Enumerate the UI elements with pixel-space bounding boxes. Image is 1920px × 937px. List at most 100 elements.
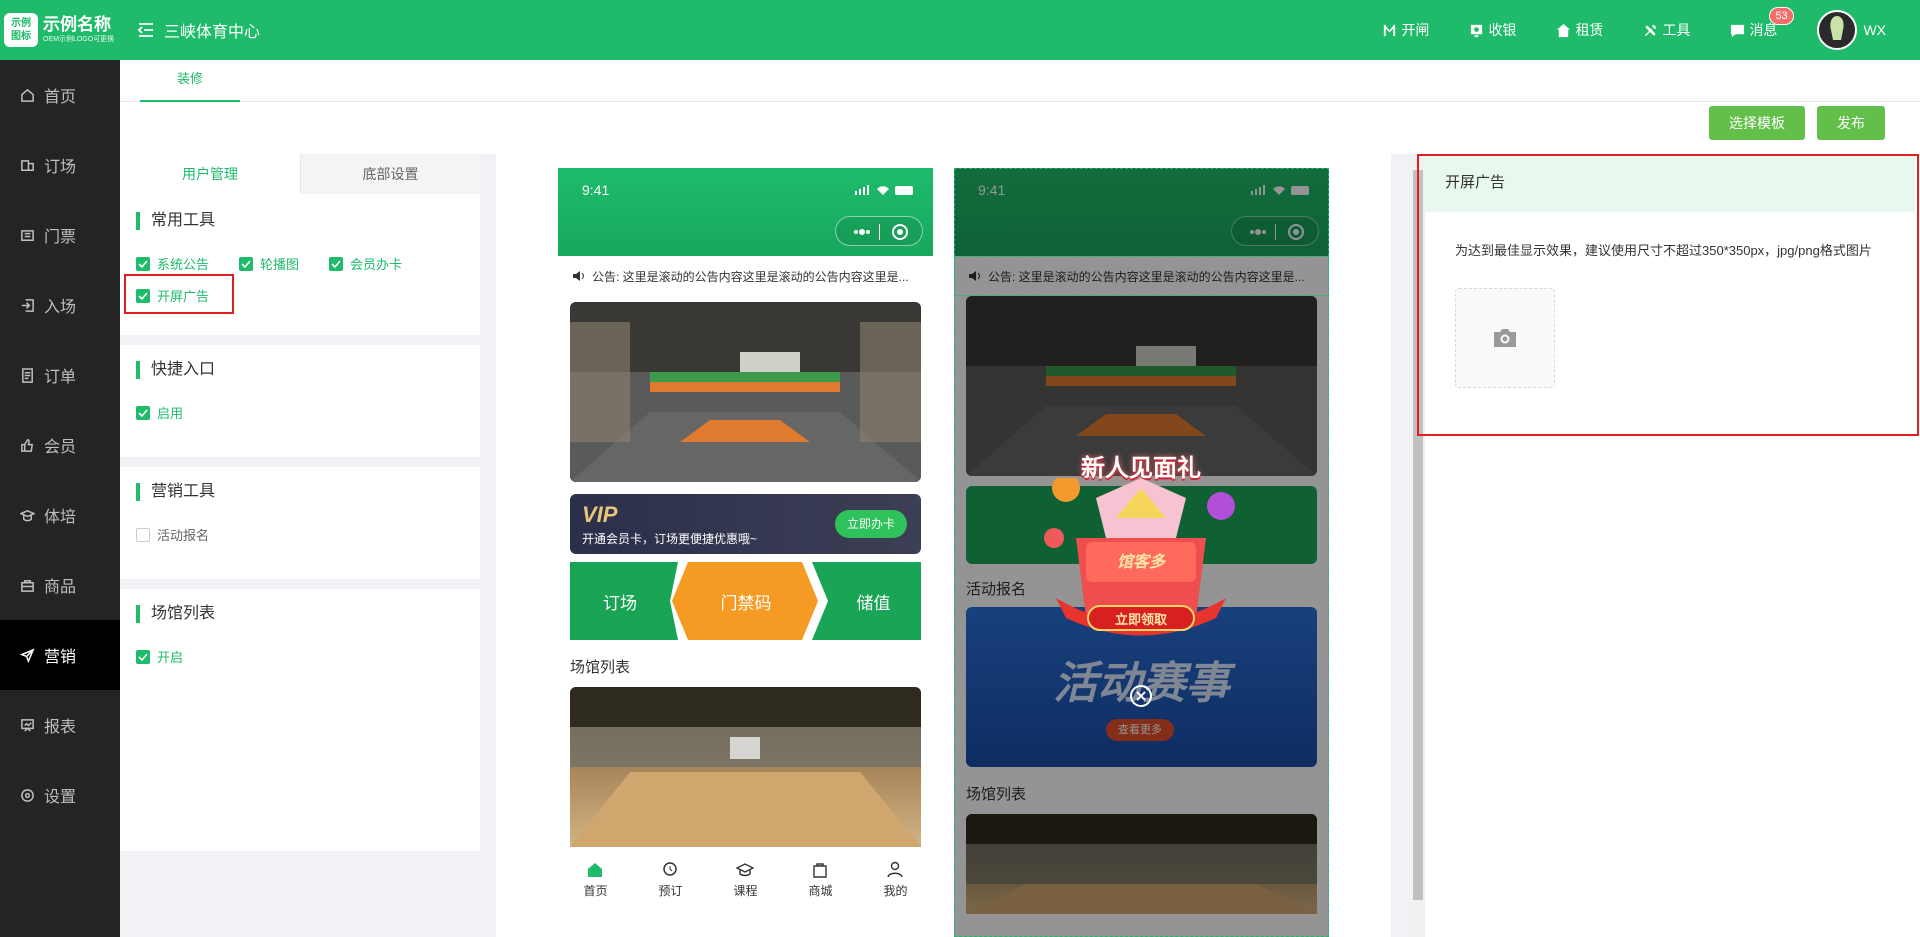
home-icon [21, 88, 34, 102]
preview-canvas: 9:41 公告: 这里是滚动的公告内容这里是滚动的公告内容这里是... VIP … [496, 154, 1391, 937]
user-icon [887, 861, 904, 878]
message-button[interactable]: 消息 53 [1730, 7, 1794, 40]
venue-image [570, 687, 921, 847]
checkbox-enable-venue-list[interactable]: 开启 [136, 647, 434, 666]
tab-bottom-settings[interactable]: 底部设置 [300, 154, 480, 194]
user-name[interactable]: WX [1863, 22, 1886, 38]
checkbox-member-card[interactable]: 会员办卡 [329, 254, 402, 273]
gate-button[interactable]: 开闸 [1382, 20, 1429, 40]
tabbar-home[interactable]: 首页 [583, 861, 608, 899]
entry-access-code[interactable]: 门禁码 [690, 562, 802, 640]
sidebar-item-settings[interactable]: 设置 [0, 760, 120, 830]
select-template-button[interactable]: 选择模板 [1709, 106, 1805, 140]
checkbox-carousel[interactable]: 轮播图 [239, 254, 299, 273]
user-avatar-icon [1830, 16, 1845, 40]
sidebar: 首页 订场 门票 入场 订单 会员 体培 商品 营销 报表 设置 [0, 60, 120, 937]
phone-status-bar: 9:41 [558, 168, 933, 256]
entry-recharge[interactable]: 储值 [826, 562, 921, 640]
quick-entries: 订场 门禁码 储值 [570, 562, 921, 640]
property-panel: 开屏广告 为达到最佳显示效果，建议使用尺寸不超过350*350px，jpg/pn… [1417, 154, 1920, 937]
checkbox-system-notice[interactable]: 系统公告 [136, 254, 209, 273]
venue-list-title: 场馆列表 [570, 659, 631, 676]
marketing-icon [20, 647, 35, 663]
sidebar-item-booking[interactable]: 订场 [0, 130, 120, 200]
cashier-button[interactable]: 收银 [1469, 20, 1516, 40]
speaker-icon [573, 271, 584, 281]
top-bar: 示例 图标 示例名称 OEM示例LOGO可更换 三峡体育中心 开闸 收银 租赁 … [0, 0, 1920, 60]
tools-button[interactable]: 工具 [1643, 20, 1690, 40]
phone-preview: 9:41 公告: 这里是滚动的公告内容这里是滚动的公告内容这里是... VIP … [558, 168, 933, 922]
check-icon [138, 259, 148, 268]
highlight-box [124, 274, 234, 314]
checkbox-activity-signup[interactable]: 活动报名 [136, 525, 434, 544]
settings-icon [21, 788, 34, 802]
order-icon [22, 367, 33, 383]
group-title: 快捷入口 [136, 361, 464, 379]
message-icon [1731, 24, 1745, 37]
signal-wifi-battery-icon [855, 185, 913, 195]
sidebar-item-home[interactable]: 首页 [0, 60, 120, 130]
clock-icon [663, 862, 678, 876]
carousel-image [570, 302, 921, 482]
tab-user-management[interactable]: 用户管理 [120, 154, 300, 194]
rental-button[interactable]: 租赁 [1556, 20, 1603, 40]
group-common-tools: 常用工具 系统公告 轮播图 会员办卡 开屏广告 [120, 194, 480, 335]
tabbar-mine[interactable]: 我的 [883, 861, 908, 899]
check-icon [138, 652, 148, 661]
group-title: 场馆列表 [136, 605, 464, 623]
avatar[interactable] [1817, 10, 1858, 50]
group-title: 常用工具 [136, 212, 464, 230]
enter-icon [21, 298, 34, 312]
home-icon [588, 863, 603, 877]
venue-name[interactable]: 三峡体育中心 [164, 18, 260, 42]
vip-card-banner: VIP 开通会员卡，订场更便捷优惠哦~ 立即办卡 [570, 494, 921, 554]
sidebar-item-member[interactable]: 会员 [0, 410, 120, 480]
report-icon [21, 718, 34, 732]
logo: 示例 图标 示例名称 OEM示例LOGO可更换 [0, 13, 120, 47]
collapse-menu-icon[interactable] [136, 20, 156, 40]
group-quick-entry: 快捷入口 启用 [120, 345, 480, 457]
home-icon [1557, 23, 1571, 37]
phone-preview-splash: 9:41 公告: 这里是滚动的公告内容这里是滚动的公告内容这里是... 活动报名 [954, 168, 1329, 937]
apply-card-button[interactable]: 立即办卡 [834, 510, 907, 538]
tab-decoration[interactable]: 装修 [140, 60, 240, 102]
sidebar-item-goods[interactable]: 商品 [0, 550, 120, 620]
notice-outline [954, 256, 1329, 296]
main-area: 装修 选择模板 发布 用户管理 底部设置 常用工具 系统公告 轮播图 会员办卡 … [120, 60, 1920, 937]
check-icon [138, 408, 148, 417]
tabbar-course[interactable]: 课程 [733, 861, 758, 899]
booking-icon [21, 159, 34, 171]
cashier-icon [1471, 24, 1483, 37]
training-icon [20, 509, 35, 521]
course-icon [736, 863, 755, 877]
publish-button[interactable]: 发布 [1817, 106, 1885, 140]
checkbox-enable-quick-entry[interactable]: 启用 [136, 403, 434, 422]
check-icon [331, 259, 341, 268]
goods-icon [21, 579, 34, 592]
message-count-badge: 53 [1769, 7, 1794, 25]
group-venue-list: 场馆列表 开启 [120, 589, 480, 851]
logo-sub: OEM示例LOGO可更换 [43, 36, 115, 43]
phone-tabbar: 首页 预订 课程 商城 我的 [558, 847, 933, 913]
sidebar-item-order[interactable]: 订单 [0, 340, 120, 410]
entry-booking[interactable]: 订场 [570, 562, 670, 640]
sidebar-item-ticket[interactable]: 门票 [0, 200, 120, 270]
highlight-box [1417, 154, 1919, 436]
tabbar-reserve[interactable]: 预订 [658, 861, 683, 899]
page-tabs: 装修 [120, 60, 1920, 102]
tools-icon [1645, 24, 1657, 36]
logo-mark: 示例 图标 [4, 13, 38, 47]
action-bar: 选择模板 发布 [120, 102, 1920, 154]
editor-content: 用户管理 底部设置 常用工具 系统公告 轮播图 会员办卡 开屏广告 快捷入口 启… [120, 154, 1920, 937]
sidebar-item-enter[interactable]: 入场 [0, 270, 120, 340]
config-panel: 用户管理 底部设置 常用工具 系统公告 轮播图 会员办卡 开屏广告 快捷入口 启… [120, 154, 480, 937]
group-marketing-tools: 营销工具 活动报名 [120, 467, 480, 579]
notice-bar: 公告: 这里是滚动的公告内容这里是滚动的公告内容这里是... [558, 256, 933, 296]
tabbar-mall[interactable]: 商城 [808, 861, 833, 899]
check-icon [241, 259, 251, 268]
logo-name: 示例名称 [43, 15, 111, 34]
sidebar-item-training[interactable]: 体培 [0, 480, 120, 550]
sidebar-item-report[interactable]: 报表 [0, 690, 120, 760]
group-title: 营销工具 [136, 483, 464, 501]
sidebar-item-marketing[interactable]: 营销 [0, 620, 120, 690]
